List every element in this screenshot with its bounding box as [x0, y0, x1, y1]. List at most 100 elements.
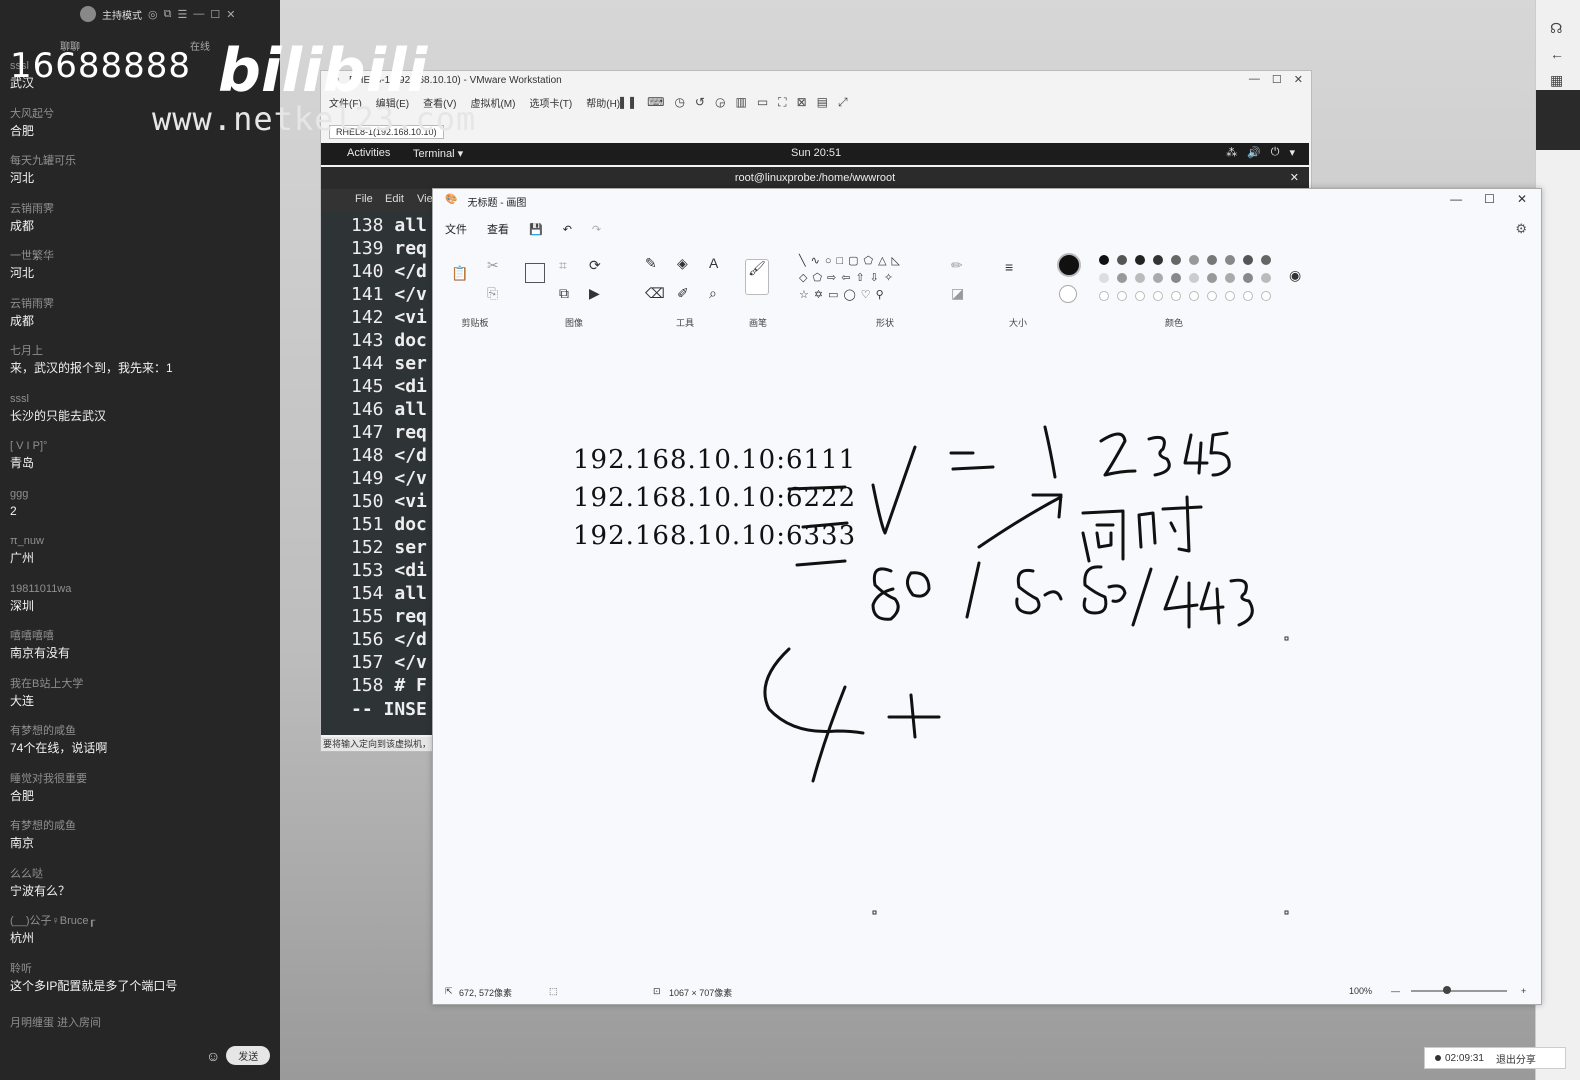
menu-tabs[interactable]: 选项卡(T): [529, 95, 572, 110]
maximize-icon[interactable]: ☐: [1484, 192, 1495, 206]
emoji-icon[interactable]: ☺: [206, 1048, 220, 1064]
paste-icon[interactable]: 📋: [451, 265, 468, 282]
size-icon[interactable]: ≡: [1005, 259, 1013, 275]
grid-icon[interactable]: ▦: [1550, 72, 1563, 89]
volume-icon[interactable]: 🔊: [1247, 146, 1261, 159]
color-swatch[interactable]: [1153, 273, 1163, 283]
unity-icon[interactable]: ⊠: [797, 95, 807, 110]
pause-icon[interactable]: ❚❚: [617, 95, 637, 110]
color-swatch-empty[interactable]: [1099, 291, 1109, 301]
zoom-slider[interactable]: [1411, 990, 1507, 992]
copy-icon[interactable]: ⎘: [487, 285, 498, 302]
magnifier-icon[interactable]: ⌕: [709, 285, 717, 302]
snapshot-icon[interactable]: ◷: [674, 95, 684, 110]
shapes-gallery[interactable]: ╲∿○□▢⬠△◺ ◇⬠⇨⇦⇧⇩✧ ☆✡▭◯♡⚲: [799, 253, 905, 304]
activities-button[interactable]: Activities: [347, 147, 390, 159]
crop-icon[interactable]: ⌗: [559, 257, 567, 274]
color2-swatch[interactable]: [1059, 285, 1077, 303]
edit-colors-icon[interactable]: ◉: [1289, 267, 1301, 284]
console-icon[interactable]: ▤: [817, 95, 828, 110]
color-picker-icon[interactable]: ✐: [677, 285, 689, 302]
minimize-icon[interactable]: —: [1249, 73, 1260, 86]
color-swatch[interactable]: [1189, 273, 1199, 283]
color-swatch[interactable]: [1135, 273, 1145, 283]
cut-icon[interactable]: ✂: [487, 257, 499, 274]
select-icon[interactable]: [525, 263, 545, 283]
minimize-icon[interactable]: —: [193, 8, 204, 20]
exit-share-button[interactable]: 退出分享: [1496, 1051, 1536, 1066]
send-button[interactable]: 发送: [226, 1046, 271, 1065]
menu-edit[interactable]: Edit: [385, 193, 404, 205]
system-tray[interactable]: ⁂ 🔊 ⏻ ▾: [1226, 146, 1295, 159]
eraser-icon[interactable]: ⌫: [645, 285, 665, 302]
network-icon[interactable]: ⁂: [1226, 146, 1237, 159]
sidebar-icon[interactable]: ▥: [735, 95, 746, 110]
stretch-icon[interactable]: ⤢: [838, 95, 848, 110]
menu-help[interactable]: 帮助(H): [586, 95, 620, 110]
menu-file[interactable]: File: [355, 193, 373, 205]
color-swatch-empty[interactable]: [1117, 291, 1127, 301]
color-swatch[interactable]: [1117, 273, 1127, 283]
color-swatch-empty[interactable]: [1189, 291, 1199, 301]
popout-icon[interactable]: ⧉: [164, 8, 172, 21]
flip-icon[interactable]: ▶: [589, 285, 600, 302]
zoom-slider-handle[interactable]: [1443, 986, 1451, 994]
color-swatch-empty[interactable]: [1261, 291, 1271, 301]
maximize-icon[interactable]: ☐: [1272, 73, 1282, 86]
color-swatch[interactable]: [1225, 255, 1235, 265]
paint-canvas[interactable]: 192.168.10.10:6111 192.168.10.10:6222 19…: [433, 337, 1541, 977]
send-keys-icon[interactable]: ⌨: [647, 95, 664, 110]
menu-vm[interactable]: 虚拟机(M): [470, 95, 515, 110]
minimize-icon[interactable]: —: [1450, 192, 1462, 206]
fill-icon[interactable]: ◈: [677, 255, 688, 272]
settings-icon[interactable]: ⚙: [1515, 221, 1527, 237]
color-swatch-empty[interactable]: [1243, 291, 1253, 301]
tab-online[interactable]: 在线: [190, 38, 210, 53]
menu-view[interactable]: Vie: [417, 193, 433, 205]
color-swatch[interactable]: [1243, 273, 1253, 283]
undo-icon[interactable]: ↶: [563, 223, 572, 236]
color-swatch[interactable]: [1171, 273, 1181, 283]
color-swatch-empty[interactable]: [1225, 291, 1235, 301]
close-icon[interactable]: ✕: [1517, 192, 1527, 206]
clock[interactable]: Sun 20:51: [791, 147, 841, 159]
resize-icon[interactable]: ⧉: [559, 285, 569, 302]
avatar[interactable]: [80, 6, 96, 22]
back-arrow-icon[interactable]: ←: [1550, 46, 1564, 62]
color-swatch-empty[interactable]: [1171, 291, 1181, 301]
color-swatch-empty[interactable]: [1207, 291, 1217, 301]
color-swatch[interactable]: [1207, 255, 1217, 265]
color-swatch[interactable]: [1135, 255, 1145, 265]
close-icon[interactable]: ✕: [1294, 73, 1303, 86]
headset-icon[interactable]: ☊: [1550, 20, 1562, 37]
color-swatch[interactable]: [1171, 255, 1181, 265]
color-swatch[interactable]: [1243, 255, 1253, 265]
zoom-in-icon[interactable]: +: [1521, 986, 1526, 996]
pencil-icon[interactable]: ✎: [645, 255, 657, 272]
outline-icon[interactable]: ✏: [951, 257, 963, 274]
revert-icon[interactable]: ↺: [695, 95, 705, 110]
fullscreen-icon[interactable]: ⛶: [778, 95, 786, 110]
settings-icon[interactable]: ◎: [148, 8, 158, 21]
shape-fill-icon[interactable]: ◪: [951, 285, 964, 302]
maximize-icon[interactable]: ☐: [210, 8, 220, 21]
redo-icon[interactable]: ↷: [592, 223, 601, 236]
color-swatch[interactable]: [1153, 255, 1163, 265]
color-swatch-empty[interactable]: [1153, 291, 1163, 301]
zoom-out-icon[interactable]: —: [1391, 986, 1400, 996]
menu-view[interactable]: 查看: [487, 221, 509, 237]
thumbnail-icon[interactable]: ▭: [757, 95, 768, 110]
color-swatch-empty[interactable]: [1135, 291, 1145, 301]
text-icon[interactable]: A: [709, 255, 718, 271]
menu-icon[interactable]: ☰: [177, 8, 187, 21]
color-swatch[interactable]: [1261, 273, 1271, 283]
brush-icon[interactable]: 🖌: [745, 259, 769, 295]
color-swatch[interactable]: [1225, 273, 1235, 283]
save-icon[interactable]: 💾: [529, 223, 543, 236]
color-swatch[interactable]: [1099, 255, 1109, 265]
power-icon[interactable]: ⏻: [1271, 146, 1280, 159]
chevron-down-icon[interactable]: ▾: [1289, 146, 1295, 159]
color1-swatch[interactable]: [1057, 253, 1081, 277]
manage-snapshot-icon[interactable]: ◶: [715, 95, 725, 110]
color-swatch[interactable]: [1189, 255, 1199, 265]
